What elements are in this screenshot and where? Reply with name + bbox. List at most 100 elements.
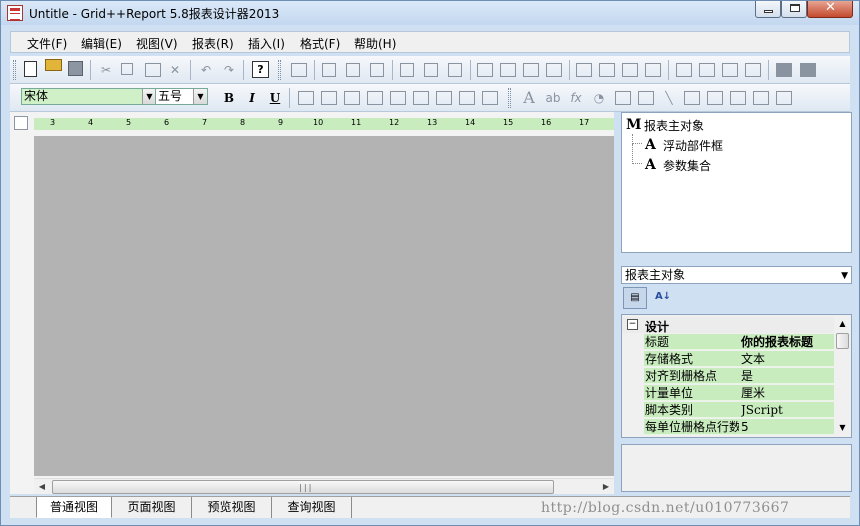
close-button[interactable]: ✕ [807,0,853,18]
h-spacing-increase-icon[interactable] [599,63,615,77]
formula-icon[interactable]: fx [567,90,585,106]
field-box-icon[interactable]: ab [544,90,562,106]
h-spacing-remove-icon[interactable] [645,63,661,77]
text-align-top-right-icon[interactable] [344,91,360,105]
paste-icon[interactable] [145,63,161,77]
tab-query-view[interactable]: 查询视图 [272,497,352,518]
shape-icon[interactable] [638,91,654,105]
picture-icon[interactable] [707,91,723,105]
italic-button[interactable]: I [243,89,261,107]
text-align-bottom-center-icon[interactable] [459,91,475,105]
property-row[interactable]: 脚本类别 JScript [644,402,834,418]
rich-text-icon[interactable] [684,91,700,105]
save-icon[interactable] [68,61,83,76]
line-icon[interactable]: ╲ [660,90,678,106]
align-bottom-icon[interactable] [448,63,462,77]
property-row[interactable]: 存储格式 文本 [644,351,834,367]
property-value[interactable]: 文本 [741,352,833,367]
ruler-corner[interactable] [14,116,28,130]
menu-edit[interactable]: 编辑(E) [81,35,122,52]
align-left-icon[interactable] [322,63,336,77]
menu-help[interactable]: 帮助(H) [354,35,396,52]
summary-box-icon[interactable] [615,91,631,105]
property-value[interactable]: 你的报表标题 [741,335,833,350]
v-spacing-increase-icon[interactable] [699,63,715,77]
delete-icon[interactable]: ✕ [166,62,184,78]
maximize-button[interactable] [781,1,807,18]
v-spacing-equal-icon[interactable] [676,63,692,77]
text-align-top-left-icon[interactable] [298,91,314,105]
new-file-icon[interactable] [24,61,37,77]
v-spacing-remove-icon[interactable] [745,63,761,77]
chevron-down-icon[interactable]: ▼ [841,268,848,284]
tab-preview-view[interactable]: 预览视图 [192,497,272,518]
horizontal-scrollbar[interactable]: ◀ ||| ▶ [34,478,614,494]
copy-icon[interactable] [121,63,133,75]
property-value[interactable]: JScript [741,403,833,418]
system-var-icon[interactable]: ◔ [590,90,608,106]
subreport-icon[interactable] [776,91,792,105]
collapse-icon[interactable]: − [627,319,638,330]
align-middle-icon[interactable] [424,63,438,77]
size-to-grid-icon[interactable] [546,63,562,77]
alphabetical-sort-button[interactable]: A↓ [651,287,675,309]
toolbar-grip[interactable] [13,60,16,80]
property-scrollbar[interactable]: ▲ ▼ [834,315,851,437]
menu-insert[interactable]: 插入(I) [248,35,285,52]
text-align-bottom-right-icon[interactable] [482,91,498,105]
chevron-down-icon[interactable]: ▼ [142,89,156,104]
help-icon[interactable]: ? [252,61,269,78]
menu-view[interactable]: 视图(V) [136,35,178,52]
property-row[interactable]: 对齐到栅格点 是 [644,368,834,384]
property-value[interactable]: 是 [741,369,833,384]
scroll-down-icon[interactable]: ▼ [834,421,851,435]
align-center-icon[interactable] [346,63,360,77]
minimize-button[interactable] [755,1,781,18]
font-size-select[interactable]: 五号 ▼ [155,88,208,105]
categorized-view-button[interactable]: ▤ [623,287,647,309]
text-align-middle-left-icon[interactable] [367,91,383,105]
menu-report[interactable]: 报表(R) [192,35,234,52]
toolbar-grip[interactable] [508,88,511,108]
h-spacing-equal-icon[interactable] [576,63,592,77]
v-spacing-decrease-icon[interactable] [722,63,738,77]
cut-icon[interactable]: ✂ [97,62,115,78]
same-height-icon[interactable] [500,63,516,77]
property-row[interactable]: 标题 你的报表标题 [644,334,834,350]
property-value[interactable]: 5 [741,420,833,435]
select-tool-icon[interactable] [291,63,307,77]
align-top-icon[interactable] [400,63,414,77]
bold-button[interactable]: B [220,89,238,107]
font-name-select[interactable]: 宋体 ▼ [21,88,157,105]
bring-to-front-icon[interactable] [776,63,792,77]
object-select[interactable]: 报表主对象 ▼ [621,266,852,284]
tab-page-view[interactable]: 页面视图 [112,497,192,518]
scroll-right-icon[interactable]: ▶ [598,479,614,495]
static-text-icon[interactable]: A [520,90,538,106]
scroll-thumb[interactable]: ||| [52,480,554,494]
open-folder-icon[interactable] [45,59,62,71]
same-width-icon[interactable] [477,63,493,77]
tab-normal-view[interactable]: 普通视图 [36,497,112,518]
align-right-icon[interactable] [370,63,384,77]
toolbar-grip[interactable] [278,60,281,80]
underline-button[interactable]: U [266,89,284,107]
h-spacing-decrease-icon[interactable] [622,63,638,77]
undo-icon[interactable]: ↶ [197,62,215,78]
property-category[interactable]: − 设计 [622,317,834,334]
text-align-bottom-left-icon[interactable] [436,91,452,105]
same-size-icon[interactable] [523,63,539,77]
barcode-icon[interactable] [753,91,769,105]
menu-file[interactable]: 文件(F) [27,35,67,52]
property-row[interactable]: 计量单位 厘米 [644,385,834,401]
send-to-back-icon[interactable] [800,63,816,77]
property-value[interactable]: 厘米 [741,386,833,401]
text-align-middle-center-icon[interactable] [390,91,406,105]
report-canvas[interactable] [34,136,614,476]
scroll-left-icon[interactable]: ◀ [34,479,50,495]
app-icon[interactable] [7,5,23,21]
scroll-thumb[interactable] [836,333,849,349]
scroll-up-icon[interactable]: ▲ [834,317,851,331]
text-align-top-center-icon[interactable] [321,91,337,105]
text-align-middle-right-icon[interactable] [413,91,429,105]
